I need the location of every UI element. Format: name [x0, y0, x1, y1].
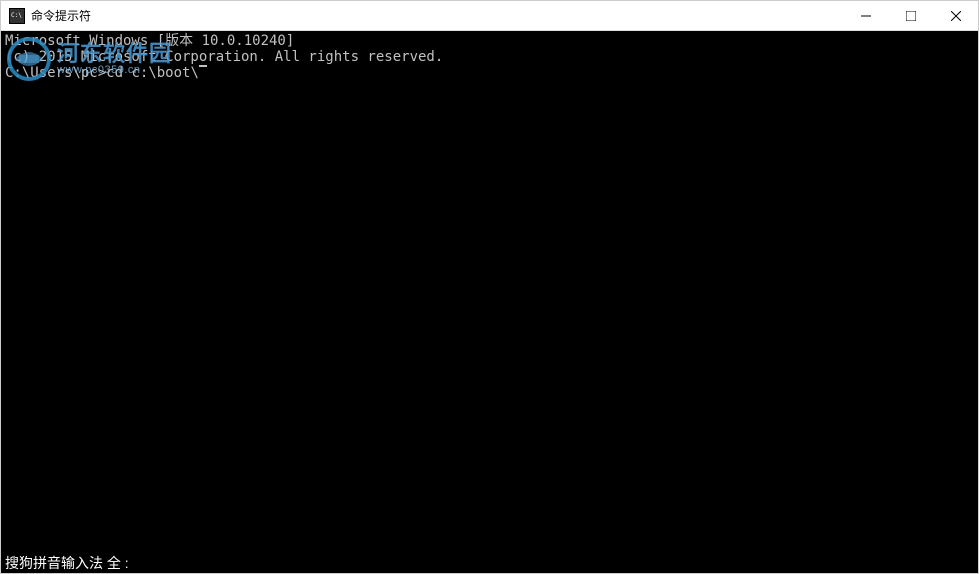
- cmd-icon: C:\: [9, 8, 25, 24]
- cursor-icon: [199, 65, 207, 67]
- window-title: 命令提示符: [31, 7, 843, 24]
- prompt: C:\Users\pc>: [5, 65, 106, 81]
- window-controls: [843, 1, 978, 30]
- output-line: Microsoft Windows [版本 10.0.10240]: [5, 33, 974, 49]
- svg-text:C:\: C:\: [11, 12, 22, 19]
- command-prompt-window: C:\ 命令提示符 Microsoft W: [0, 0, 979, 574]
- output-line: (c) 2015 Microsoft Corporation. All righ…: [5, 49, 974, 65]
- close-button[interactable]: [933, 1, 978, 30]
- command-input[interactable]: cd c:\boot\: [106, 65, 199, 81]
- prompt-line: C:\Users\pc>cd c:\boot\: [5, 65, 974, 81]
- minimize-button[interactable]: [843, 1, 888, 30]
- ime-status-bar: 搜狗拼音输入法 全 :: [5, 555, 129, 571]
- terminal-content[interactable]: Microsoft Windows [版本 10.0.10240] (c) 20…: [1, 31, 978, 573]
- maximize-button[interactable]: [888, 1, 933, 30]
- titlebar[interactable]: C:\ 命令提示符: [1, 1, 978, 31]
